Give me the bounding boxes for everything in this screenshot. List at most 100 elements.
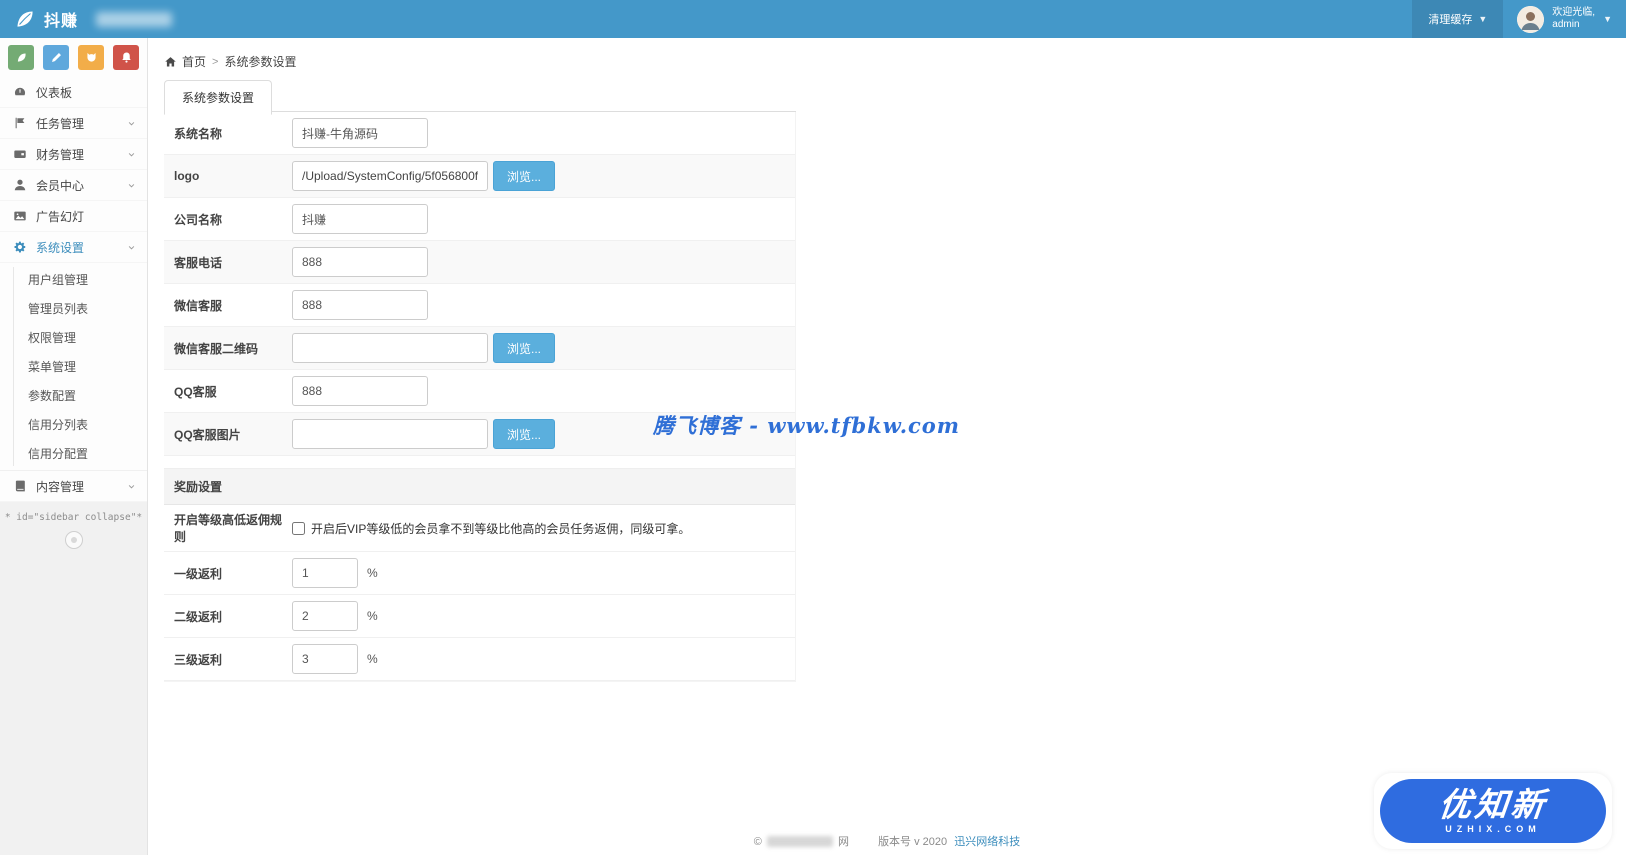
rebate-l1-input[interactable] <box>292 558 358 588</box>
percent-unit: % <box>367 652 378 666</box>
cat-icon <box>86 53 96 62</box>
sidebar-subitem-credit-list[interactable]: 信用分列表 <box>0 410 147 439</box>
pencil-quick-button[interactable] <box>43 45 69 70</box>
uzhix-watermark-badge: 优知新 UZHIX.COM <box>1374 773 1612 849</box>
service-phone-input[interactable] <box>292 247 428 277</box>
field-label: 三级返利 <box>174 652 223 667</box>
form-row-rebate-l1: 一级返利% <box>164 552 795 595</box>
book-icon <box>12 479 27 493</box>
welcome-text: 欢迎光临, admin <box>1552 6 1596 31</box>
sidebar-item-label: 内容管理 <box>36 479 85 494</box>
field-label: 开启等级高低返佣规则 <box>174 513 283 544</box>
rebate-l3-input[interactable] <box>292 644 358 674</box>
version-text: 版本号 v 2020 <box>878 836 948 848</box>
qq-image-browse-button[interactable]: 浏览... <box>493 419 556 449</box>
sidebar-item-label: 系统设置 <box>36 240 85 255</box>
wechat-qrcode-input[interactable] <box>292 333 488 363</box>
vendor-link[interactable]: 迅兴网络科技 <box>954 836 1020 848</box>
brand-blurred-text <box>96 11 173 27</box>
sidebar-collapse-toggle[interactable] <box>64 531 83 549</box>
sidebar-subitem-credit-config[interactable]: 信用分配置 <box>0 439 147 468</box>
system-name-input[interactable] <box>292 118 428 148</box>
brand: 抖赚 <box>0 7 173 31</box>
avatar <box>1517 5 1545 33</box>
field-label: 公司名称 <box>174 212 223 227</box>
leaf-logo-icon <box>14 8 36 30</box>
form-row-service-phone: 客服电话 <box>164 241 795 284</box>
qq-image-input[interactable] <box>292 419 488 449</box>
wechat-service-input[interactable] <box>292 290 428 320</box>
sidebar-menu: 仪表板任务管理财务管理会员中心广告幻灯系统设置用户组管理 管理员列表 权限管理 菜单管… <box>0 77 147 502</box>
caret-down-icon: ▼ <box>1478 14 1488 24</box>
sidebar-subitem-user-groups[interactable]: 用户组管理 <box>0 265 147 294</box>
quick-toolbar <box>0 38 147 77</box>
sidebar-item-label: 仪表板 <box>36 85 73 100</box>
form-section-other-section: 其他参数设置 <box>164 681 795 682</box>
form-section-reward-section: 奖励设置 <box>164 468 795 505</box>
cat-quick-button[interactable] <box>78 45 104 70</box>
breadcrumb-home-link[interactable]: 首页 <box>164 53 206 70</box>
system-settings-submenu: 用户组管理 管理员列表 权限管理 菜单管理 参数配置 信用分列表 信用分配置 <box>0 263 147 471</box>
logo-browse-button[interactable]: 浏览... <box>493 161 556 191</box>
sidebar-subitem-menus[interactable]: 菜单管理 <box>0 352 147 381</box>
form-row-wechat-qrcode: 微信客服二维码 浏览... <box>164 327 795 370</box>
field-label: logo <box>174 169 200 183</box>
gauge-icon <box>12 85 27 99</box>
checkbox-description: 开启后VIP等级低的会员拿不到等级比他高的会员任务返佣，同级可拿。 <box>311 521 691 536</box>
sidebar: 仪表板任务管理财务管理会员中心广告幻灯系统设置用户组管理 管理员列表 权限管理 菜单管… <box>0 38 148 855</box>
sidebar-item-label: 会员中心 <box>36 178 85 193</box>
logo-input[interactable] <box>292 161 488 191</box>
sidebar-item-label: 财务管理 <box>36 147 85 162</box>
level-rule-checkbox[interactable] <box>292 521 305 535</box>
sidebar-item-dashboard[interactable]: 仪表板 <box>0 77 147 108</box>
sidebar-subitem-permissions[interactable]: 权限管理 <box>0 323 147 352</box>
leaf-quick-button[interactable] <box>8 45 34 70</box>
field-label: QQ客服图片 <box>174 427 241 442</box>
sidebar-item-content[interactable]: 内容管理 <box>0 471 147 502</box>
wechat-qrcode-browse-button[interactable]: 浏览... <box>493 333 556 363</box>
sidebar-subitem-params[interactable]: 参数配置 <box>0 381 147 410</box>
chevron-down-icon <box>126 481 137 492</box>
form-row-logo: logo 浏览... <box>164 155 795 198</box>
form-row-level-rule: 开启等级高低返佣规则 开启后VIP等级低的会员拿不到等级比他高的会员任务返佣，同级… <box>164 505 795 552</box>
rebate-l2-input[interactable] <box>292 601 358 631</box>
uzhix-badge-pill: 优知新 UZHIX.COM <box>1380 779 1606 843</box>
brand-name: 抖赚 <box>44 13 79 30</box>
system-params-form: 系统名称logo浏览...公司名称客服电话微信客服微信客服二维码浏览...QQ客… <box>164 112 796 682</box>
pencil-icon <box>51 53 61 62</box>
wallet-icon <box>12 147 27 161</box>
sidebar-item-label: 任务管理 <box>36 116 85 131</box>
form-row-system-name: 系统名称 <box>164 112 795 155</box>
chevron-down-icon <box>126 242 137 253</box>
field-label: 一级返利 <box>174 566 223 581</box>
field-label: QQ客服 <box>174 384 217 399</box>
percent-unit: % <box>367 609 378 623</box>
image-icon <box>12 209 27 223</box>
sidebar-item-ads[interactable]: 广告幻灯 <box>0 201 147 232</box>
sidebar-item-members[interactable]: 会员中心 <box>0 170 147 201</box>
field-label: 客服电话 <box>174 255 223 270</box>
field-label: 系统名称 <box>174 126 223 141</box>
sidebar-subitem-admin-list[interactable]: 管理员列表 <box>0 294 147 323</box>
bell-quick-button[interactable] <box>113 45 139 70</box>
sidebar-footer: * id="sidebar collapse"* <box>0 502 147 855</box>
sidebar-item-finance[interactable]: 财务管理 <box>0 139 147 170</box>
user-menu[interactable]: 欢迎光临, admin ▼ <box>1503 0 1626 38</box>
chevron-down-icon <box>126 180 137 191</box>
main-content: 首页 > 系统参数设置 系统参数设置 系统名称 logo 浏览... 公司名称客服电话… <box>148 38 1626 855</box>
clear-cache-button[interactable]: 清理缓存 ▼ <box>1412 0 1504 38</box>
percent-unit: % <box>367 566 378 580</box>
bell-icon <box>121 52 131 63</box>
flag-icon <box>12 116 27 130</box>
company-name-input[interactable] <box>292 204 428 234</box>
company-suffix: 网 <box>838 836 849 848</box>
field-label: 微信客服二维码 <box>174 341 259 356</box>
sidebar-item-label: 广告幻灯 <box>36 209 85 224</box>
sidebar-item-tasks[interactable]: 任务管理 <box>0 108 147 139</box>
field-label: 二级返利 <box>174 609 223 624</box>
qq-service-input[interactable] <box>292 376 428 406</box>
chevron-down-icon <box>126 118 137 129</box>
sidebar-item-system-settings[interactable]: 系统设置 <box>0 232 147 263</box>
tab-system-params[interactable]: 系统参数设置 <box>164 80 273 115</box>
form-row-company-name: 公司名称 <box>164 198 795 241</box>
